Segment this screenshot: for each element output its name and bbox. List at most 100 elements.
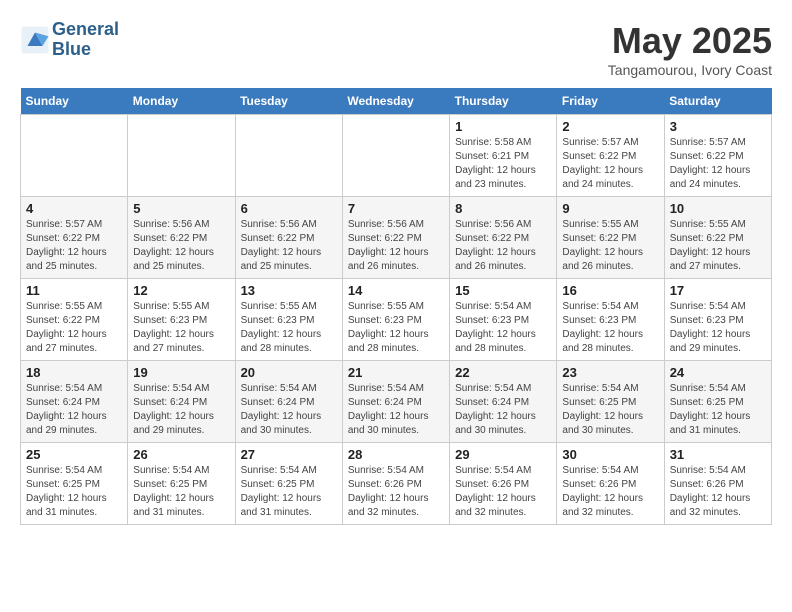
day-number: 12 (133, 283, 229, 298)
day-info: Sunrise: 5:54 AM Sunset: 6:26 PM Dayligh… (455, 464, 551, 520)
day-info: Sunrise: 5:56 AM Sunset: 6:22 PM Dayligh… (348, 218, 444, 274)
day-number: 28 (348, 447, 444, 462)
day-info: Sunrise: 5:55 AM Sunset: 6:23 PM Dayligh… (133, 300, 229, 356)
calendar-week-row: 1 Sunrise: 5:58 AM Sunset: 6:21 PM Daylig… (21, 115, 772, 197)
day-number: 29 (455, 447, 551, 462)
day-number: 8 (455, 201, 551, 216)
calendar-day-cell (342, 115, 449, 197)
day-number: 23 (562, 365, 658, 380)
weekday-header-row: SundayMondayTuesdayWednesdayThursdayFrid… (21, 88, 772, 115)
calendar-week-row: 25 Sunrise: 5:54 AM Sunset: 6:25 PM Dayli… (21, 443, 772, 525)
day-info: Sunrise: 5:54 AM Sunset: 6:25 PM Dayligh… (241, 464, 337, 520)
day-number: 1 (455, 119, 551, 134)
calendar-day-cell: 6Sunrise: 5:56 AM Sunset: 6:22 PM Daylig… (235, 197, 342, 279)
calendar-week-row: 18Sunrise: 5:54 AM Sunset: 6:24 PM Dayli… (21, 361, 772, 443)
day-info: Sunrise: 5:54 AM Sunset: 6:24 PM Dayligh… (26, 382, 122, 438)
day-number: 13 (241, 283, 337, 298)
calendar-day-cell (128, 115, 235, 197)
calendar-day-cell: 5Sunrise: 5:56 AM Sunset: 6:22 PM Daylig… (128, 197, 235, 279)
calendar-day-cell: 24Sunrise: 5:54 AM Sunset: 6:25 PM Dayli… (664, 361, 771, 443)
day-info: Sunrise: 5:58 AM Sunset: 6:21 PM Dayligh… (455, 136, 551, 192)
day-number: 21 (348, 365, 444, 380)
weekday-header-cell: Wednesday (342, 88, 449, 115)
day-info: Sunrise: 5:54 AM Sunset: 6:25 PM Dayligh… (133, 464, 229, 520)
logo-line1: General (52, 20, 119, 40)
weekday-header-cell: Sunday (21, 88, 128, 115)
calendar-day-cell: 7 Sunrise: 5:56 AM Sunset: 6:22 PM Daylig… (342, 197, 449, 279)
calendar-day-cell: 9 Sunrise: 5:55 AM Sunset: 6:22 PM Daylig… (557, 197, 664, 279)
calendar-day-cell: 8Sunrise: 5:56 AM Sunset: 6:22 PM Daylig… (450, 197, 557, 279)
calendar-day-cell: 23 Sunrise: 5:54 AM Sunset: 6:25 PM Dayli… (557, 361, 664, 443)
calendar-day-cell: 22 Sunrise: 5:54 AM Sunset: 6:24 PM Dayli… (450, 361, 557, 443)
logo-text: General Blue (52, 20, 119, 60)
location-subtitle: Tangamourou, Ivory Coast (608, 62, 772, 78)
day-number: 4 (26, 201, 122, 216)
day-info: Sunrise: 5:54 AM Sunset: 6:25 PM Dayligh… (562, 382, 658, 438)
day-info: Sunrise: 5:54 AM Sunset: 6:24 PM Dayligh… (455, 382, 551, 438)
day-number: 20 (241, 365, 337, 380)
calendar-day-cell: 31 Sunrise: 5:54 AM Sunset: 6:26 PM Dayli… (664, 443, 771, 525)
day-number: 16 (562, 283, 658, 298)
calendar-day-cell: 27 Sunrise: 5:54 AM Sunset: 6:25 PM Dayli… (235, 443, 342, 525)
page-header: General Blue May 2025 Tangamourou, Ivory… (20, 20, 772, 78)
calendar-day-cell: 28 Sunrise: 5:54 AM Sunset: 6:26 PM Dayli… (342, 443, 449, 525)
logo-line2: Blue (52, 40, 119, 60)
day-number: 27 (241, 447, 337, 462)
day-info: Sunrise: 5:54 AM Sunset: 6:24 PM Dayligh… (348, 382, 444, 438)
calendar-day-cell (235, 115, 342, 197)
day-info: Sunrise: 5:54 AM Sunset: 6:26 PM Dayligh… (348, 464, 444, 520)
calendar-day-cell: 1 Sunrise: 5:58 AM Sunset: 6:21 PM Daylig… (450, 115, 557, 197)
day-info: Sunrise: 5:54 AM Sunset: 6:23 PM Dayligh… (455, 300, 551, 356)
logo: General Blue (20, 20, 119, 60)
calendar-day-cell: 3 Sunrise: 5:57 AM Sunset: 6:22 PM Daylig… (664, 115, 771, 197)
weekday-header-cell: Monday (128, 88, 235, 115)
logo-icon (20, 25, 50, 55)
weekday-header-cell: Friday (557, 88, 664, 115)
day-info: Sunrise: 5:54 AM Sunset: 6:24 PM Dayligh… (133, 382, 229, 438)
calendar-day-cell: 18Sunrise: 5:54 AM Sunset: 6:24 PM Dayli… (21, 361, 128, 443)
calendar-day-cell: 30Sunrise: 5:54 AM Sunset: 6:26 PM Dayli… (557, 443, 664, 525)
calendar-day-cell: 13Sunrise: 5:55 AM Sunset: 6:23 PM Dayli… (235, 279, 342, 361)
day-info: Sunrise: 5:57 AM Sunset: 6:22 PM Dayligh… (562, 136, 658, 192)
day-number: 14 (348, 283, 444, 298)
day-info: Sunrise: 5:55 AM Sunset: 6:22 PM Dayligh… (562, 218, 658, 274)
day-number: 11 (26, 283, 122, 298)
weekday-header-cell: Thursday (450, 88, 557, 115)
day-number: 7 (348, 201, 444, 216)
calendar-day-cell: 25 Sunrise: 5:54 AM Sunset: 6:25 PM Dayli… (21, 443, 128, 525)
day-info: Sunrise: 5:56 AM Sunset: 6:22 PM Dayligh… (133, 218, 229, 274)
day-info: Sunrise: 5:54 AM Sunset: 6:23 PM Dayligh… (562, 300, 658, 356)
day-number: 3 (670, 119, 766, 134)
calendar-day-cell: 29 Sunrise: 5:54 AM Sunset: 6:26 PM Dayli… (450, 443, 557, 525)
day-number: 6 (241, 201, 337, 216)
day-number: 9 (562, 201, 658, 216)
weekday-header-cell: Tuesday (235, 88, 342, 115)
day-info: Sunrise: 5:54 AM Sunset: 6:25 PM Dayligh… (26, 464, 122, 520)
day-info: Sunrise: 5:54 AM Sunset: 6:23 PM Dayligh… (670, 300, 766, 356)
day-number: 2 (562, 119, 658, 134)
day-number: 24 (670, 365, 766, 380)
month-title: May 2025 (608, 20, 772, 62)
day-number: 10 (670, 201, 766, 216)
calendar-day-cell: 2 Sunrise: 5:57 AM Sunset: 6:22 PM Daylig… (557, 115, 664, 197)
calendar-table: SundayMondayTuesdayWednesdayThursdayFrid… (20, 88, 772, 525)
calendar-week-row: 4 Sunrise: 5:57 AM Sunset: 6:22 PM Daylig… (21, 197, 772, 279)
day-info: Sunrise: 5:57 AM Sunset: 6:22 PM Dayligh… (26, 218, 122, 274)
day-number: 31 (670, 447, 766, 462)
day-number: 25 (26, 447, 122, 462)
calendar-day-cell: 4 Sunrise: 5:57 AM Sunset: 6:22 PM Daylig… (21, 197, 128, 279)
calendar-body: 1 Sunrise: 5:58 AM Sunset: 6:21 PM Daylig… (21, 115, 772, 525)
calendar-day-cell (21, 115, 128, 197)
calendar-day-cell: 19 Sunrise: 5:54 AM Sunset: 6:24 PM Dayli… (128, 361, 235, 443)
day-number: 19 (133, 365, 229, 380)
day-info: Sunrise: 5:55 AM Sunset: 6:22 PM Dayligh… (670, 218, 766, 274)
day-number: 17 (670, 283, 766, 298)
day-number: 22 (455, 365, 551, 380)
weekday-header-cell: Saturday (664, 88, 771, 115)
day-number: 30 (562, 447, 658, 462)
calendar-day-cell: 20Sunrise: 5:54 AM Sunset: 6:24 PM Dayli… (235, 361, 342, 443)
day-info: Sunrise: 5:57 AM Sunset: 6:22 PM Dayligh… (670, 136, 766, 192)
day-number: 26 (133, 447, 229, 462)
calendar-day-cell: 16 Sunrise: 5:54 AM Sunset: 6:23 PM Dayli… (557, 279, 664, 361)
day-info: Sunrise: 5:54 AM Sunset: 6:26 PM Dayligh… (670, 464, 766, 520)
